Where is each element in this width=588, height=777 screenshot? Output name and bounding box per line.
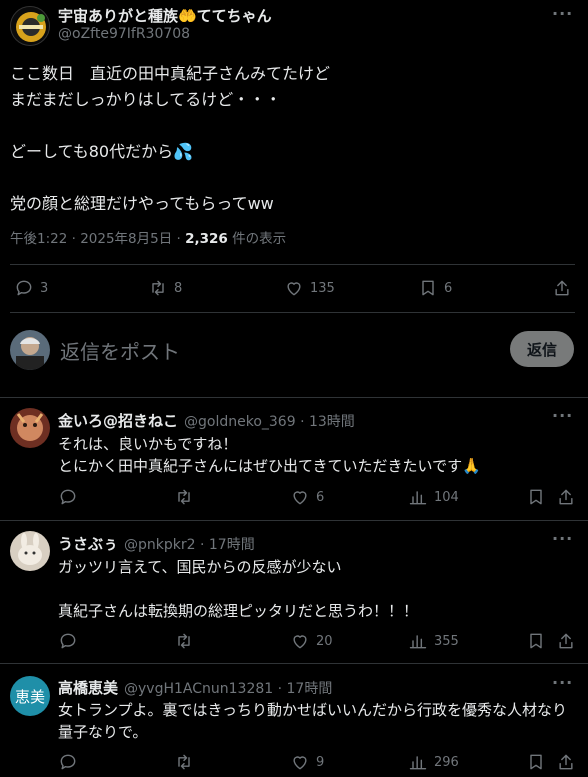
reply-text: ガッツリ言えて、国民からの反感が少ない 真紀子さんは転換期の総理ピッタリだと思う… — [58, 558, 419, 620]
bookmark-icon — [526, 487, 546, 507]
reply-text: それは、良いかもですね！ とにかく田中真紀子さんにはぜひ出てきていただきたいです… — [58, 435, 481, 475]
bookmark-button[interactable] — [526, 631, 546, 651]
reply-count: 3 — [40, 280, 49, 296]
reply-text: 女トランプよ。裏ではきっちり動かせばいいんだから行政を優秀な人材なり 量子なりで… — [58, 701, 567, 741]
reply-icon — [58, 752, 78, 772]
bookmark-button[interactable] — [526, 752, 546, 772]
repost-button[interactable]: 8 — [148, 278, 182, 298]
share-button[interactable] — [556, 752, 576, 772]
reply-icon — [58, 631, 78, 651]
bookmark-icon — [526, 752, 546, 772]
heart-icon — [284, 278, 304, 298]
analytics-icon — [408, 487, 428, 507]
post-line — [10, 113, 570, 139]
like-count: 135 — [310, 280, 335, 296]
avatar-text: 恵美 — [14, 687, 45, 706]
heart-icon — [290, 631, 310, 651]
post-body: ここ数日 直近の田中真紀子さんみてたけど まだまだしっかりはしてるけど・・・ ど… — [10, 61, 570, 217]
reply-icon — [58, 487, 78, 507]
share-button[interactable] — [552, 278, 572, 298]
reply-icon — [14, 278, 34, 298]
share-icon — [556, 631, 576, 651]
like-count: 20 — [316, 633, 333, 649]
reply-button[interactable] — [58, 752, 78, 772]
post-meta: 午後1:22 · 2025年8月5日 · 2,326 件の表示 — [10, 227, 286, 247]
author-handle[interactable]: @oZfte97IfR30708 — [58, 26, 190, 42]
divider — [10, 264, 575, 265]
reply-button[interactable]: 3 — [14, 278, 48, 298]
like-button[interactable]: 6 — [290, 487, 324, 507]
views-button[interactable]: 104 — [408, 487, 459, 507]
more-options-icon[interactable]: ··· — [552, 4, 573, 23]
bookmark-count: 6 — [444, 280, 453, 296]
heart-icon — [290, 487, 310, 507]
divider — [0, 397, 588, 398]
reply-display-name[interactable]: 高橋恵美 — [58, 677, 118, 698]
divider — [0, 663, 588, 664]
post-line: 党の顔と総理だけやってもらってww — [10, 194, 274, 213]
bookmark-icon — [418, 278, 438, 298]
divider — [0, 520, 588, 521]
post-timestamp[interactable]: 午後1:22 · 2025年8月5日 · — [10, 231, 185, 247]
bookmark-button[interactable]: 6 — [418, 278, 452, 298]
divider — [10, 312, 575, 313]
views-count: 104 — [434, 489, 459, 505]
share-icon — [556, 487, 576, 507]
reply-handle[interactable]: @yvgH1ACnun13281 · 17時間 — [124, 678, 332, 698]
heart-icon — [290, 752, 310, 772]
more-options-icon[interactable]: ··· — [552, 406, 573, 425]
repost-count: 8 — [174, 280, 183, 296]
repost-icon — [174, 487, 194, 507]
repost-button[interactable] — [174, 487, 194, 507]
analytics-icon — [408, 631, 428, 651]
bookmark-button[interactable] — [526, 487, 546, 507]
share-button[interactable] — [556, 631, 576, 651]
reply-avatar[interactable]: 恵美 — [10, 676, 50, 716]
reply-button[interactable] — [58, 487, 78, 507]
reply-display-name[interactable]: 金いろ@招きねこ — [58, 410, 178, 431]
view-count: 2,326 — [185, 231, 228, 247]
like-count: 6 — [316, 489, 325, 505]
post-line: どーしても80代だから💦 — [10, 142, 194, 161]
share-icon — [556, 752, 576, 772]
reply-input[interactable]: 返信をポスト — [60, 336, 180, 365]
repost-button[interactable] — [174, 752, 194, 772]
post-line — [10, 165, 570, 191]
like-count: 9 — [316, 754, 325, 770]
user-avatar[interactable] — [10, 330, 50, 370]
repost-icon — [148, 278, 168, 298]
like-button[interactable]: 9 — [290, 752, 324, 772]
repost-icon — [174, 631, 194, 651]
reply-handle[interactable]: @pnkpkr2 · 17時間 — [124, 534, 255, 554]
reply-avatar[interactable] — [10, 531, 50, 571]
reply-display-name[interactable]: うさぶぅ — [58, 533, 118, 554]
share-icon — [552, 278, 572, 298]
view-count-label: 件の表示 — [227, 231, 287, 247]
like-button[interactable]: 135 — [284, 278, 335, 298]
like-button[interactable]: 20 — [290, 631, 333, 651]
views-button[interactable]: 355 — [408, 631, 459, 651]
analytics-icon — [408, 752, 428, 772]
reply-button[interactable] — [58, 631, 78, 651]
reply-handle[interactable]: @goldneko_369 · 13時間 — [184, 411, 355, 431]
repost-button[interactable] — [174, 631, 194, 651]
reply-submit-button[interactable]: 返信 — [510, 331, 574, 367]
more-options-icon[interactable]: ··· — [552, 529, 573, 548]
views-count: 355 — [434, 633, 459, 649]
post-line: まだまだしっかりはしてるけど・・・ — [10, 90, 282, 109]
author-avatar[interactable] — [10, 6, 50, 46]
more-options-icon[interactable]: ··· — [552, 673, 573, 692]
repost-icon — [174, 752, 194, 772]
reply-avatar[interactable] — [10, 408, 50, 448]
views-count: 296 — [434, 754, 459, 770]
share-button[interactable] — [556, 487, 576, 507]
bookmark-icon — [526, 631, 546, 651]
views-button[interactable]: 296 — [408, 752, 459, 772]
post-line: ここ数日 直近の田中真紀子さんみてたけど — [10, 64, 331, 83]
author-display-name[interactable]: 宇宙ありがと種族🤲ててちゃん — [58, 5, 272, 26]
